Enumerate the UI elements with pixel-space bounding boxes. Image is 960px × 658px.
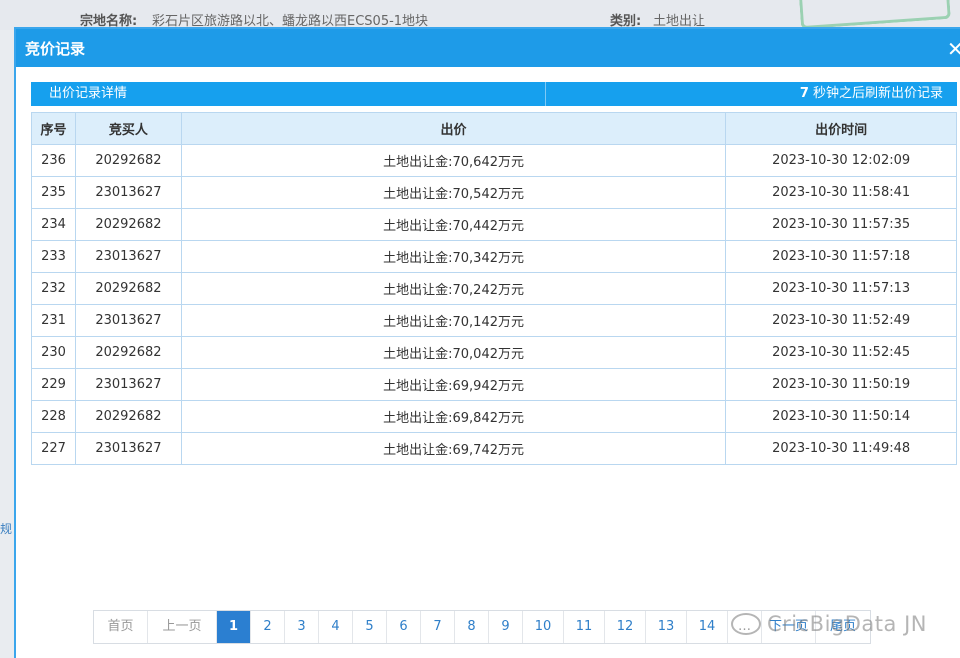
- prev-page-button[interactable]: 上一页: [148, 611, 217, 643]
- table-row: 230 20292682 土地出让金:70,042万元 2023-10-30 11:5…: [31, 336, 957, 369]
- watermark: CricBigData JN: [731, 612, 927, 636]
- table-row: 235 23013627 土地出让金:70,542万元 2023-10-30 11:5…: [31, 176, 957, 209]
- cell-bidder: 23013627: [74, 432, 182, 465]
- refresh-seconds: 7: [799, 86, 809, 101]
- table-header-row: 序号 竞买人 出价 出价时间: [31, 112, 957, 145]
- cell-no: 228: [31, 400, 76, 433]
- page-button-6[interactable]: 6: [387, 611, 421, 643]
- page-button-1[interactable]: 1: [217, 611, 251, 643]
- cell-no: 230: [31, 336, 76, 369]
- bid-record-modal: 竞价记录 ✕ 出价记录详情 7 秒钟之后刷新出价记录 序号 竞买人 出价 出价时…: [14, 27, 960, 658]
- cell-bidder: 23013627: [74, 176, 182, 209]
- cell-no: 233: [31, 240, 76, 273]
- cell-price: 土地出让金:70,442万元: [180, 208, 727, 241]
- table-row: 227 23013627 土地出让金:69,742万元 2023-10-30 11:4…: [31, 432, 957, 465]
- table-row: 233 23013627 土地出让金:70,342万元 2023-10-30 11:5…: [31, 240, 957, 273]
- cell-no: 236: [31, 144, 76, 177]
- cell-price: 土地出让金:70,342万元: [180, 240, 727, 273]
- stamp-graphic: [799, 0, 951, 30]
- cell-price: 土地出让金:69,942万元: [180, 368, 727, 401]
- table-row: 234 20292682 土地出让金:70,442万元 2023-10-30 11:5…: [31, 208, 957, 241]
- watermark-text: CricBigData JN: [767, 612, 927, 636]
- cell-bidder: 20292682: [74, 208, 182, 241]
- page-button-4[interactable]: 4: [319, 611, 353, 643]
- cell-bidder: 20292682: [74, 336, 182, 369]
- cell-time: 2023-10-30 11:52:49: [725, 304, 957, 337]
- col-header-price: 出价: [180, 112, 727, 145]
- cell-time: 2023-10-30 11:57:18: [725, 240, 957, 273]
- info-bar: 出价记录详情 7 秒钟之后刷新出价记录: [31, 82, 957, 106]
- cell-price: 土地出让金:70,142万元: [180, 304, 727, 337]
- cell-price: 土地出让金:70,642万元: [180, 144, 727, 177]
- page-button-10[interactable]: 10: [523, 611, 564, 643]
- page-button-7[interactable]: 7: [421, 611, 455, 643]
- cell-price: 土地出让金:69,742万元: [180, 432, 727, 465]
- cell-time: 2023-10-30 11:58:41: [725, 176, 957, 209]
- cell-price: 土地出让金:69,842万元: [180, 400, 727, 433]
- cell-time: 2023-10-30 12:02:09: [725, 144, 957, 177]
- cell-no: 229: [31, 368, 76, 401]
- page-button-8[interactable]: 8: [455, 611, 489, 643]
- cell-price: 土地出让金:70,242万元: [180, 272, 727, 305]
- table-row: 231 23013627 土地出让金:70,142万元 2023-10-30 11:5…: [31, 304, 957, 337]
- page-button-14[interactable]: 14: [687, 611, 728, 643]
- cell-time: 2023-10-30 11:50:14: [725, 400, 957, 433]
- modal-header: 竞价记录 ✕: [16, 29, 960, 67]
- page-button-3[interactable]: 3: [285, 611, 319, 643]
- wechat-icon: [731, 613, 761, 635]
- cell-no: 227: [31, 432, 76, 465]
- col-header-bidder: 竞买人: [74, 112, 182, 145]
- cell-time: 2023-10-30 11:52:45: [725, 336, 957, 369]
- cell-bidder: 23013627: [74, 240, 182, 273]
- close-icon[interactable]: ✕: [947, 37, 960, 61]
- cell-bidder: 20292682: [74, 144, 182, 177]
- page-button-11[interactable]: 11: [564, 611, 605, 643]
- background-header: 宗地名称: 彩石片区旅游路以北、蟠龙路以西ECS05-1地块 类别: 土地出让: [0, 0, 960, 30]
- page-button-13[interactable]: 13: [646, 611, 687, 643]
- side-link[interactable]: 规: [0, 520, 12, 537]
- table-row: 232 20292682 土地出让金:70,242万元 2023-10-30 11:5…: [31, 272, 957, 305]
- page-button-9[interactable]: 9: [489, 611, 523, 643]
- page-button-2[interactable]: 2: [251, 611, 285, 643]
- cell-no: 234: [31, 208, 76, 241]
- table-row: 228 20292682 土地出让金:69,842万元 2023-10-30 11:5…: [31, 400, 957, 433]
- refresh-text: 秒钟之后刷新出价记录: [808, 86, 943, 101]
- col-header-no: 序号: [31, 112, 76, 145]
- page-button-5[interactable]: 5: [353, 611, 387, 643]
- cell-bidder: 23013627: [74, 368, 182, 401]
- cell-bidder: 20292682: [74, 400, 182, 433]
- refresh-countdown: 7 秒钟之后刷新出价记录: [546, 82, 957, 106]
- table-row: 236 20292682 土地出让金:70,642万元 2023-10-30 12:0…: [31, 144, 957, 177]
- modal-title: 竞价记录: [25, 39, 86, 58]
- bid-table: 序号 竞买人 出价 出价时间 236 20292682 土地出让金:70,642万元…: [31, 112, 957, 465]
- cell-no: 232: [31, 272, 76, 305]
- cell-no: 231: [31, 304, 76, 337]
- cell-price: 土地出让金:70,042万元: [180, 336, 727, 369]
- cell-bidder: 23013627: [74, 304, 182, 337]
- cell-bidder: 20292682: [74, 272, 182, 305]
- cell-price: 土地出让金:70,542万元: [180, 176, 727, 209]
- info-bar-title: 出价记录详情: [31, 82, 546, 106]
- cell-time: 2023-10-30 11:50:19: [725, 368, 957, 401]
- col-header-time: 出价时间: [725, 112, 957, 145]
- page-button-12[interactable]: 12: [605, 611, 646, 643]
- first-page-button[interactable]: 首页: [94, 611, 148, 643]
- cell-time: 2023-10-30 11:57:35: [725, 208, 957, 241]
- cell-no: 235: [31, 176, 76, 209]
- cell-time: 2023-10-30 11:57:13: [725, 272, 957, 305]
- table-row: 229 23013627 土地出让金:69,942万元 2023-10-30 11:5…: [31, 368, 957, 401]
- cell-time: 2023-10-30 11:49:48: [725, 432, 957, 465]
